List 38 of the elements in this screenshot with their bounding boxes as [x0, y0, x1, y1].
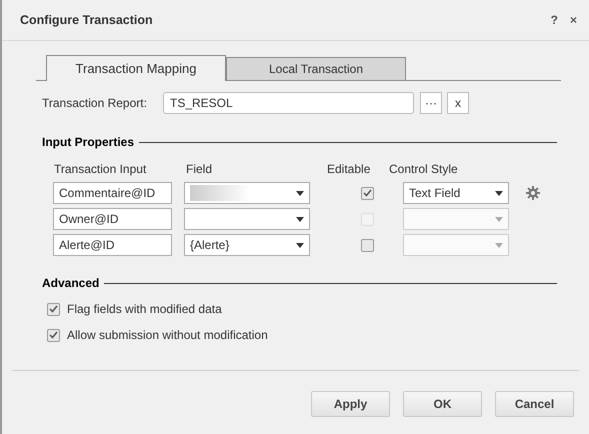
checkbox-label: Allow submission without modification	[67, 327, 268, 344]
input-field[interactable]: Commentaire@ID	[53, 182, 172, 204]
checkbox[interactable]	[47, 328, 60, 342]
column-header: Control Style	[389, 161, 459, 174]
dropdown[interactable]: {Alerte}	[184, 234, 310, 256]
caret-icon	[495, 242, 503, 248]
tab[interactable]: Transaction Mapping	[46, 55, 226, 81]
close-button[interactable]: ×	[570, 11, 577, 29]
checkbox[interactable]	[360, 186, 374, 200]
section-heading: Advanced	[42, 275, 100, 292]
help-button[interactable]: ?	[550, 11, 558, 29]
caret-icon	[495, 216, 503, 222]
dropdown[interactable]	[184, 208, 310, 230]
tab[interactable]: Local Transaction	[226, 57, 406, 80]
caret-icon	[296, 190, 304, 196]
dialog-button[interactable]: OK	[403, 391, 482, 417]
dialog-button[interactable]: Cancel	[495, 391, 574, 417]
column-header: Transaction Input	[54, 161, 148, 174]
column-header: Field	[186, 161, 214, 174]
checkbox-label: Flag fields with modified data	[67, 301, 222, 318]
input-field[interactable]: TS_RESOL	[163, 92, 414, 114]
dropdown[interactable]	[184, 182, 310, 204]
browse-button[interactable]: ···	[420, 92, 442, 114]
input-field[interactable]: Owner@ID	[53, 208, 172, 230]
dialog-button[interactable]: Apply	[311, 391, 390, 417]
caret-icon	[296, 216, 304, 222]
window-title: Configure Transaction	[20, 12, 153, 29]
dropdown[interactable]: Text Field	[403, 182, 509, 204]
input-field[interactable]: Alerte@ID	[53, 234, 172, 256]
checkbox[interactable]	[360, 238, 374, 252]
checkbox[interactable]	[47, 302, 60, 316]
field-label: Transaction Report:	[42, 95, 148, 112]
column-header: Editable	[327, 161, 372, 174]
section-heading: Input Properties	[42, 134, 134, 151]
caret-icon	[296, 242, 304, 248]
caret-icon	[495, 190, 503, 196]
clear-button[interactable]: x	[447, 92, 469, 114]
settings-icon[interactable]	[526, 186, 540, 200]
